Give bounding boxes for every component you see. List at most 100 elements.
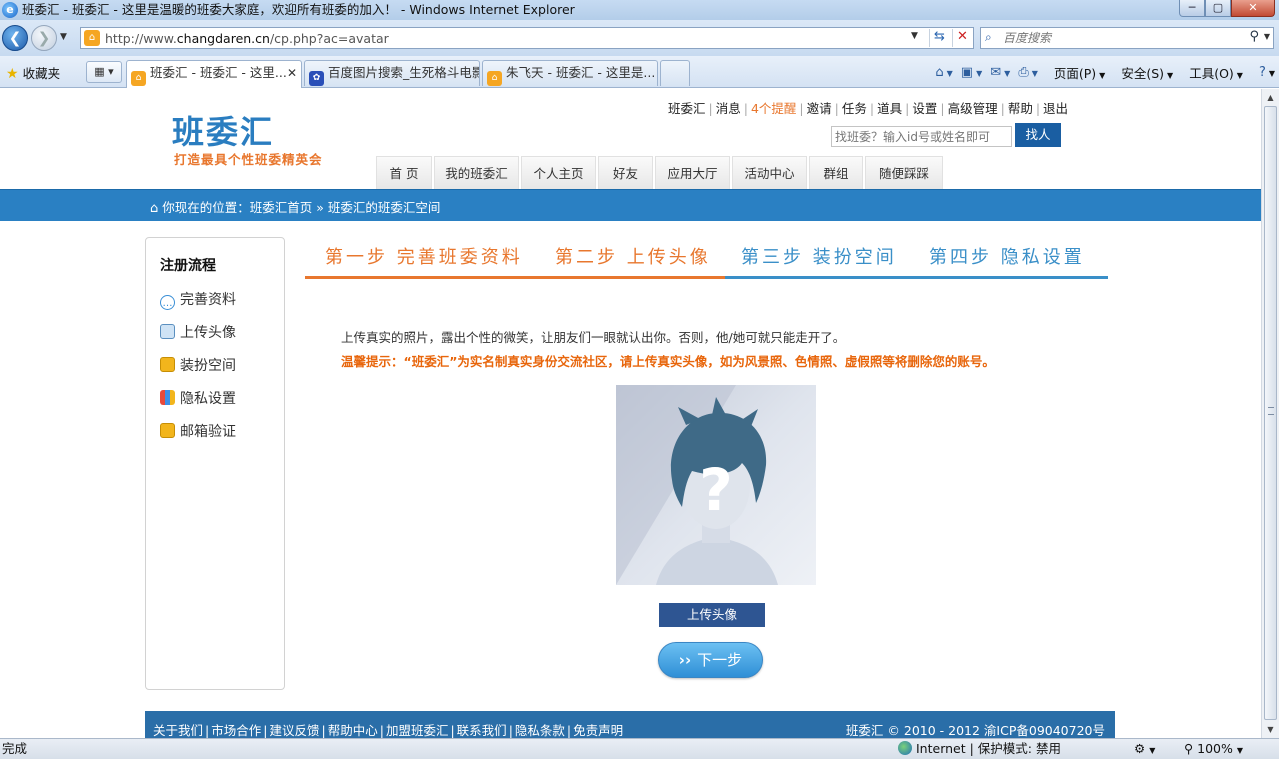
page-menu[interactable]: 页面(P) ▼ <box>1046 63 1105 82</box>
sidebar-item-decorate[interactable]: 装扮空间 <box>160 355 236 375</box>
toplink-messages[interactable]: 消息 <box>716 101 741 116</box>
toplink-tasks[interactable]: 任务 <box>842 101 867 116</box>
nav-apps[interactable]: 应用大厅 <box>655 156 730 189</box>
tab-2[interactable]: ✿ 百度图片搜索_生死格斗电影 <box>304 60 480 86</box>
sidebar-item-profile[interactable]: … 完善资料 <box>160 289 236 310</box>
search-provider-icon: ⌕ <box>985 30 992 44</box>
address-bar[interactable]: ⌂ http://www.changdaren.cn/cp.php?ac=ava… <box>80 27 974 49</box>
toplink-admin[interactable]: 高级管理 <box>948 101 998 116</box>
sidebar-item-email[interactable]: 邮箱验证 <box>160 421 236 441</box>
footer-copyright: 班委汇 © 2010 - 2012 渝ICP备09040720号 <box>845 723 1105 738</box>
back-button[interactable]: ❮ <box>2 25 28 51</box>
maximize-button[interactable]: ▢ <box>1205 0 1231 17</box>
toplink-invite[interactable]: 邀请 <box>807 101 832 116</box>
footer-link-feedback[interactable]: 建议反馈 <box>269 723 319 738</box>
step-3[interactable]: 第三步 装扮空间 <box>741 243 897 269</box>
globe-icon <box>898 741 912 755</box>
progress-line-todo <box>725 276 1108 279</box>
feeds-icon[interactable]: ▣ ▼ <box>961 65 982 80</box>
tab-3[interactable]: ⌂ 朱飞天 - 班委汇 - 这里是... <box>482 60 658 86</box>
tools-menu[interactable]: 工具(O) ▼ <box>1181 63 1243 82</box>
scroll-thumb[interactable] <box>1264 106 1277 720</box>
scroll-up-icon[interactable]: ▲ <box>1263 90 1278 105</box>
page-viewport: 班委汇 打造最具个性班委精英会 班委汇 | 消息 | 4个提醒 | 邀请 | 任务 | 道具 | 设置 |… <box>0 89 1261 738</box>
help-menu[interactable]: ? ▼ <box>1251 64 1275 80</box>
nav-friends[interactable]: 好友 <box>598 156 653 189</box>
toplink-home[interactable]: 班委汇 <box>668 101 706 116</box>
footer-link-about[interactable]: 关于我们 <box>153 723 203 738</box>
footer-link-disclaimer[interactable]: 免责声明 <box>573 723 623 738</box>
upload-avatar-button[interactable]: 上传头像 <box>659 603 765 627</box>
scroll-down-icon[interactable]: ▼ <box>1263 722 1278 737</box>
breadcrumb-bar: ⌂ 你现在的位置：班委汇首页 » 班委汇的班委汇空间 <box>0 189 1261 221</box>
search-options-dropdown-icon[interactable]: ▼ <box>1264 32 1270 41</box>
security-zone[interactable]: Internet | 保护模式: 禁用 <box>898 739 1061 759</box>
tab-1[interactable]: ⌂ 班委汇 - 班委汇 - 这里... ✕ <box>126 60 302 88</box>
favorites-button[interactable]: ★ 收藏夹 <box>6 63 60 82</box>
tab-close-icon[interactable]: ✕ <box>287 61 297 85</box>
nav-profile[interactable]: 个人主页 <box>521 156 596 189</box>
step-1[interactable]: 第一步 完善班委资料 <box>325 243 523 269</box>
footer-links: 关于我们 | 市场合作 | 建议反馈 | 帮助中心 | 加盟班委汇 | 联系我们 | 隐私条款 | 免责声明 <box>153 723 624 738</box>
forward-button[interactable]: ❯ <box>31 25 57 51</box>
status-tools[interactable]: ⚙ ▼ <box>1134 739 1155 759</box>
nav-activities[interactable]: 活动中心 <box>732 156 807 189</box>
sidebar-item-avatar[interactable]: 上传头像 <box>160 322 236 342</box>
refresh-icon[interactable]: ⇆ <box>929 29 949 47</box>
stop-icon[interactable]: ✕ <box>952 29 972 47</box>
toplink-props[interactable]: 道具 <box>877 101 902 116</box>
find-member-button[interactable]: 找人 <box>1015 123 1061 147</box>
footer-link-help[interactable]: 帮助中心 <box>328 723 378 738</box>
quick-tabs-button[interactable]: ▦ ▾ <box>86 61 122 83</box>
speech-bubble-icon: … <box>160 295 175 310</box>
home-icon[interactable]: ⌂ ▼ <box>935 65 952 80</box>
browser-search-box[interactable]: ⌕ ⚲ ▼ <box>980 27 1274 49</box>
upload-intro-text: 上传真实的照片，露出个性的微笑，让朋友们一眼就认出你。否则，他/她可就只能走开了… <box>341 330 846 345</box>
toplink-reminders[interactable]: 4个提醒 <box>751 101 796 116</box>
nav-browse[interactable]: 随便踩踩 <box>865 156 943 189</box>
url-dropdown-icon[interactable]: ▼ <box>911 31 918 41</box>
lock-icon <box>160 357 175 372</box>
print-icon[interactable]: ⎙ ▼ <box>1018 65 1038 80</box>
safety-menu[interactable]: 安全(S) ▼ <box>1113 63 1173 82</box>
minimize-button[interactable]: ─ <box>1179 0 1205 17</box>
toplink-settings[interactable]: 设置 <box>912 101 937 116</box>
double-chevron-right-icon: ›› <box>678 651 692 669</box>
new-tab-button[interactable] <box>660 60 690 86</box>
history-dropdown-icon[interactable]: ▼ <box>60 32 67 42</box>
sidebar-item-privacy[interactable]: 隐私设置 <box>160 388 236 408</box>
toplink-logout[interactable]: 退出 <box>1043 101 1068 116</box>
footer-link-join[interactable]: 加盟班委汇 <box>386 723 449 738</box>
browser-search-input[interactable] <box>1003 30 1233 46</box>
tab-favicon-icon: ⌂ <box>487 71 502 86</box>
silhouette-icon: ? <box>616 385 778 585</box>
next-step-button[interactable]: ›› 下一步 <box>658 642 763 678</box>
step-4[interactable]: 第四步 隐私设置 <box>929 243 1085 269</box>
site-logo[interactable]: 班委汇 <box>172 107 274 153</box>
bar-chart-icon <box>160 390 175 405</box>
url-text[interactable]: http://www.changdaren.cn/cp.php?ac=avata… <box>105 31 389 46</box>
site-footer: 关于我们 | 市场合作 | 建议反馈 | 帮助中心 | 加盟班委汇 | 联系我们 | 隐私条款 | 免责声明… <box>145 711 1115 738</box>
favorites-star-icon: ★ <box>6 66 19 82</box>
command-bar: ⌂ ▼ ▣ ▼ ✉ ▼ ⎙ ▼ 页面(P) ▼ 安全(S) ▼ 工具(O) ▼ ? ▼ <box>927 62 1275 82</box>
close-window-button[interactable]: ✕ <box>1231 0 1275 17</box>
vertical-scrollbar[interactable]: ▲ ▼ <box>1261 89 1279 738</box>
svg-text:?: ? <box>699 456 733 524</box>
progress-line-done <box>305 276 725 279</box>
toplink-help[interactable]: 帮助 <box>1008 101 1033 116</box>
footer-link-cooperation[interactable]: 市场合作 <box>211 723 261 738</box>
zoom-level[interactable]: ⚲ 100% ▼ <box>1184 739 1243 759</box>
nav-groups[interactable]: 群组 <box>809 156 863 189</box>
step-2[interactable]: 第二步 上传头像 <box>555 243 711 269</box>
nav-home[interactable]: 首 页 <box>376 156 432 189</box>
nav-my-banweihui[interactable]: 我的班委汇 <box>434 156 519 189</box>
lock-icon <box>160 423 175 438</box>
search-go-icon[interactable]: ⚲ <box>1249 29 1259 44</box>
find-member-input[interactable] <box>831 126 1012 147</box>
registration-sidebar: 注册流程 … 完善资料 上传头像 装扮空间 隐私设置 邮箱验证 <box>145 237 285 690</box>
address-toolbar: ❮ ❯ ▼ ⌂ http://www.changdaren.cn/cp.php?… <box>0 20 1279 56</box>
mail-icon[interactable]: ✉ ▼ <box>990 65 1010 80</box>
tab-favicon-icon: ⌂ <box>131 71 146 86</box>
footer-link-contact[interactable]: 联系我们 <box>457 723 507 738</box>
footer-link-privacy[interactable]: 隐私条款 <box>515 723 565 738</box>
